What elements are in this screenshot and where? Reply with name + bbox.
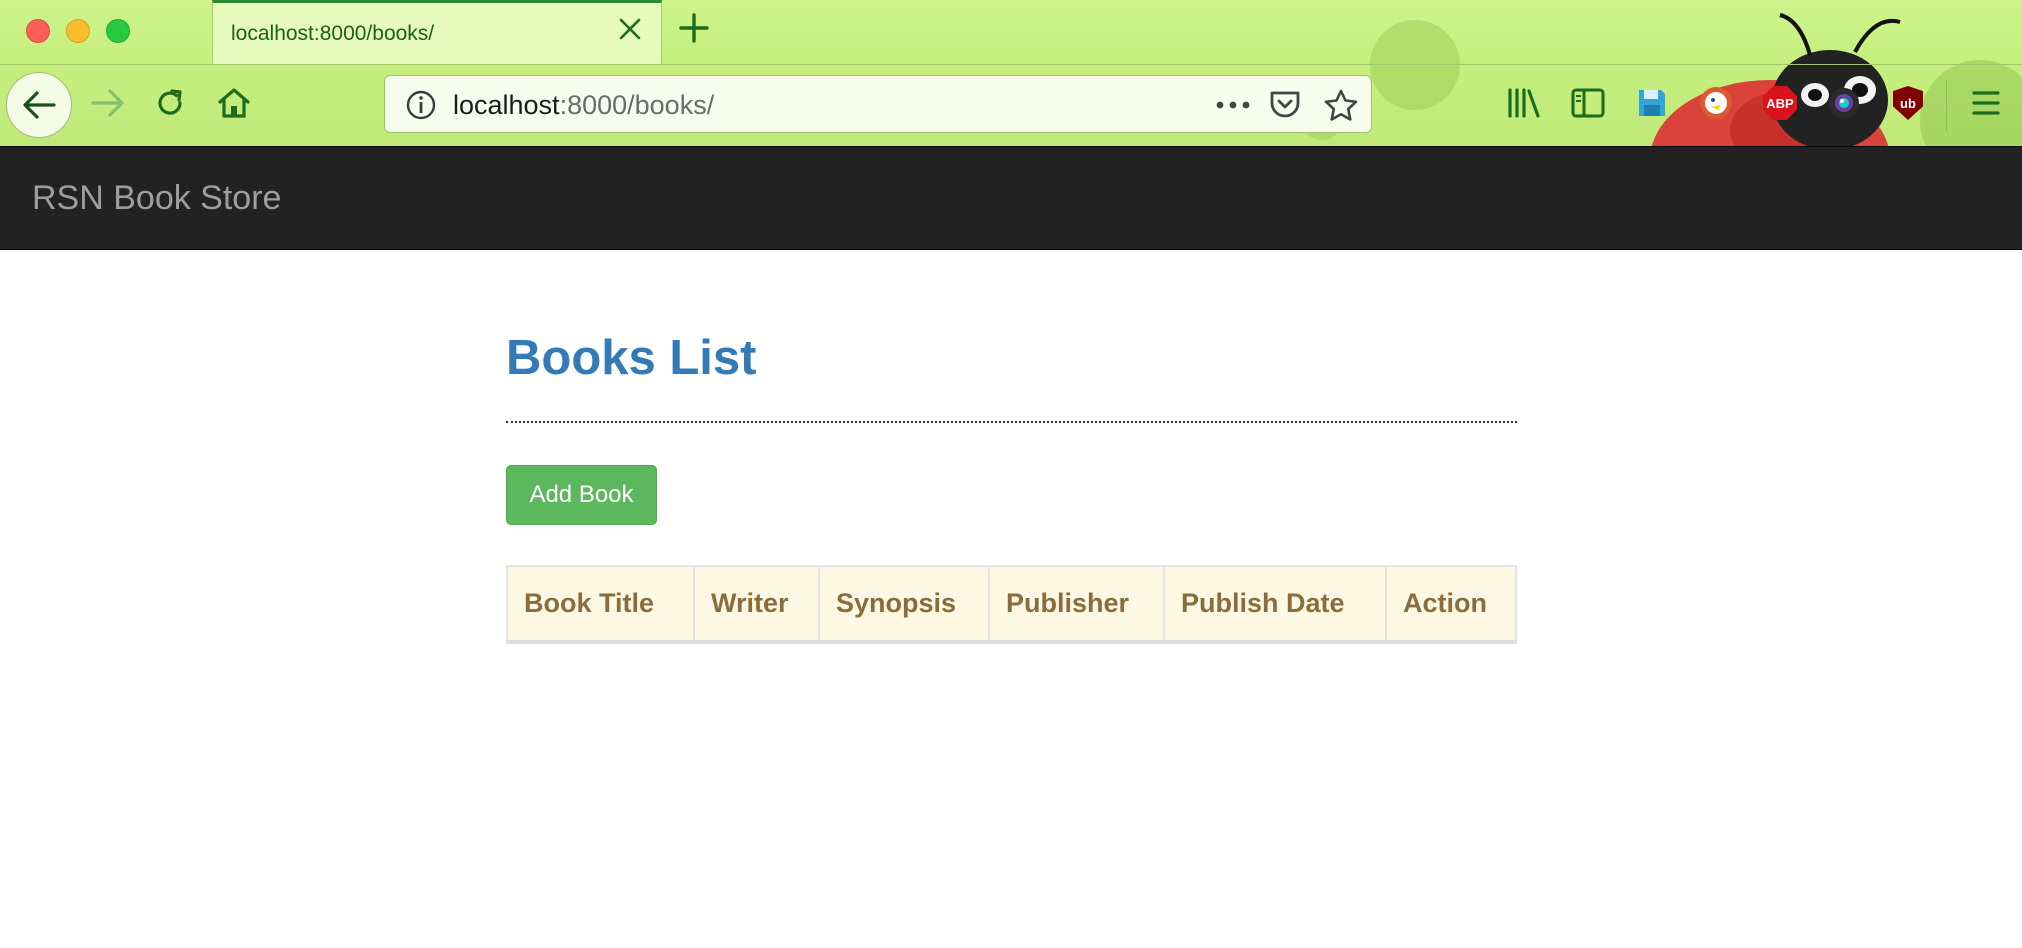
toolbar-separator — [1946, 79, 1947, 131]
page-title: Books List — [506, 331, 757, 385]
ublock-badge: ub — [1893, 86, 1923, 120]
bookmark-star-icon[interactable] — [1323, 88, 1359, 122]
reload-button[interactable] — [148, 81, 192, 125]
active-tab[interactable]: localhost:8000/books/ — [212, 0, 662, 64]
minimize-window-button[interactable] — [66, 19, 90, 43]
tab-strip: localhost:8000/books/ — [0, 0, 2022, 64]
abp-badge: ABP — [1763, 86, 1797, 120]
library-icon[interactable] — [1504, 83, 1544, 123]
close-window-button[interactable] — [26, 19, 50, 43]
duckduckgo-icon[interactable] — [1696, 83, 1736, 123]
ublock-icon[interactable]: ub — [1888, 83, 1928, 123]
table-header-row: Book Title Writer Synopsis Publisher Pub… — [506, 565, 1517, 644]
sidebar-icon[interactable] — [1568, 83, 1608, 123]
adblock-plus-icon[interactable]: ABP — [1760, 83, 1800, 123]
menu-icon[interactable] — [1966, 83, 2006, 123]
url-path: :8000/books/ — [559, 90, 715, 120]
close-tab-icon[interactable] — [617, 17, 643, 47]
books-table: Book Title Writer Synopsis Publisher Pub… — [506, 565, 1517, 644]
column-header-publisher: Publisher — [988, 565, 1165, 644]
title-divider — [506, 421, 1517, 423]
column-header-publish-date: Publish Date — [1163, 565, 1387, 644]
brand-link[interactable]: RSN Book Store — [32, 179, 281, 218]
browser-navbar: localhost:8000/books/ ABP ub — [0, 64, 2022, 146]
column-header-writer: Writer — [693, 565, 820, 644]
forward-button[interactable] — [86, 81, 130, 125]
info-icon[interactable] — [405, 89, 437, 121]
tab-title: localhost:8000/books/ — [231, 22, 435, 45]
column-header-action: Action — [1385, 565, 1517, 644]
camera-icon[interactable] — [1824, 83, 1864, 123]
column-header-book-title: Book Title — [506, 565, 695, 644]
back-button[interactable] — [6, 72, 72, 138]
url-text[interactable]: localhost:8000/books/ — [453, 90, 714, 121]
site-navbar: RSN Book Store — [0, 146, 2022, 250]
pocket-icon[interactable] — [1267, 88, 1303, 122]
column-header-synopsis: Synopsis — [818, 565, 990, 644]
zoom-window-button[interactable] — [106, 19, 130, 43]
page-actions-icon[interactable] — [1215, 88, 1251, 122]
add-book-button[interactable]: Add Book — [506, 465, 657, 525]
browser-chrome: localhost:8000/books/ localhost:8000/boo… — [0, 0, 2022, 146]
forward-arrow-icon — [91, 89, 124, 117]
reload-icon — [158, 89, 182, 115]
home-button[interactable] — [212, 81, 256, 125]
new-tab-icon[interactable] — [676, 10, 712, 50]
url-host: localhost — [453, 90, 560, 120]
save-icon[interactable] — [1632, 83, 1672, 123]
url-bar[interactable]: localhost:8000/books/ — [384, 75, 1372, 133]
home-icon — [218, 88, 250, 118]
back-arrow-icon — [23, 91, 56, 119]
